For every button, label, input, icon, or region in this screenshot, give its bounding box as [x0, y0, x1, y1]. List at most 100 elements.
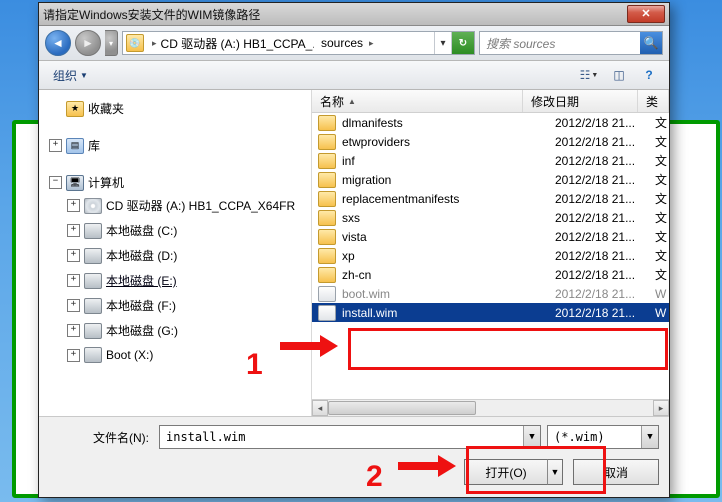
file-icon: [318, 305, 336, 321]
cancel-button[interactable]: 取消: [573, 459, 659, 485]
filename-combobox[interactable]: install.wim ▼: [159, 425, 541, 449]
navigation-tree[interactable]: ★ 收藏夹 + ▤ 库 − 🖥 计: [39, 90, 312, 416]
file-type: 文: [653, 228, 669, 245]
file-date: 2012/2/18 21...: [555, 268, 653, 282]
tree-drive-d[interactable]: + 本地磁盘 (D:): [65, 245, 311, 266]
tree-computer[interactable]: − 🖥 计算机: [47, 172, 311, 193]
file-row[interactable]: zh-cn2012/2/18 21...文: [312, 265, 669, 284]
open-dropdown[interactable]: ▼: [547, 459, 563, 485]
file-row[interactable]: install.wim2012/2/18 21...W: [312, 303, 669, 322]
file-type: 文: [653, 133, 669, 150]
expand-toggle[interactable]: +: [67, 249, 80, 262]
scroll-right-button[interactable]: ▸: [653, 400, 669, 416]
disc-icon: [84, 198, 102, 214]
tree-libraries[interactable]: + ▤ 库: [47, 135, 311, 156]
column-label: 类: [646, 93, 658, 110]
expand-toggle[interactable]: +: [67, 324, 80, 337]
file-date: 2012/2/18 21...: [555, 211, 653, 225]
file-date: 2012/2/18 21...: [555, 116, 653, 130]
tree-drive-x[interactable]: + Boot (X:): [65, 345, 311, 365]
file-type: 文: [653, 114, 669, 131]
tree-drive-f[interactable]: + 本地磁盘 (F:): [65, 295, 311, 316]
filter-combobox[interactable]: (*.wim) ▼: [547, 425, 659, 449]
file-row[interactable]: sxs2012/2/18 21...文: [312, 208, 669, 227]
scroll-left-button[interactable]: ◂: [312, 400, 328, 416]
column-header-date[interactable]: 修改日期: [523, 90, 638, 112]
column-header-name[interactable]: 名称 ▲: [312, 90, 523, 112]
tree-drive-g[interactable]: + 本地磁盘 (G:): [65, 320, 311, 341]
help-icon: ?: [645, 68, 652, 82]
file-row[interactable]: dlmanifests2012/2/18 21...文: [312, 113, 669, 132]
file-date: 2012/2/18 21...: [555, 154, 653, 168]
views-button[interactable]: ☷▼: [577, 65, 601, 85]
file-row[interactable]: xp2012/2/18 21...文: [312, 246, 669, 265]
file-type: 文: [653, 152, 669, 169]
sort-asc-icon: ▲: [348, 97, 356, 106]
column-label: 名称: [320, 93, 344, 110]
organize-menu[interactable]: 组织 ▼: [47, 64, 94, 87]
file-row[interactable]: vista2012/2/18 21...文: [312, 227, 669, 246]
filename-dropdown[interactable]: ▼: [523, 426, 540, 448]
nav-forward-button[interactable]: ►: [75, 30, 101, 56]
folder-icon: [318, 115, 336, 131]
breadcrumb-segment[interactable]: sources ▸: [315, 32, 379, 54]
breadcrumb-label: sources: [321, 36, 363, 50]
breadcrumb-segment[interactable]: ▸ CD 驱动器 (A:) HB1_CCPA_... ▸: [144, 32, 315, 54]
tree-drive-c[interactable]: + 本地磁盘 (C:): [65, 220, 311, 241]
expand-toggle[interactable]: +: [49, 139, 62, 152]
refresh-button[interactable]: ↻: [451, 32, 474, 54]
file-name: install.wim: [342, 306, 555, 320]
file-list[interactable]: dlmanifests2012/2/18 21...文etwproviders2…: [312, 113, 669, 399]
tree-label: 本地磁盘 (F:): [106, 297, 176, 314]
file-name: zh-cn: [342, 268, 555, 282]
file-name: replacementmanifests: [342, 192, 555, 206]
search-box[interactable]: 搜索 sources 🔍: [479, 31, 663, 55]
open-button[interactable]: 打开(O): [464, 459, 547, 485]
column-label: 修改日期: [531, 93, 579, 110]
tree-label: 本地磁盘 (D:): [106, 247, 177, 264]
file-name: xp: [342, 249, 555, 263]
file-open-dialog: 请指定Windows安装文件的WIM镜像路径 ✕ ◄ ► ▾ 💿 ▸ CD 驱动…: [38, 2, 670, 498]
toolbar: 组织 ▼ ☷▼ ◫ ?: [39, 61, 669, 90]
expand-toggle[interactable]: +: [67, 349, 80, 362]
scroll-thumb[interactable]: [328, 401, 476, 415]
tree-label: 本地磁盘 (C:): [106, 222, 177, 239]
folder-icon: [318, 229, 336, 245]
file-name: boot.wim: [342, 287, 555, 301]
search-go-button[interactable]: 🔍: [640, 32, 662, 54]
file-row[interactable]: inf2012/2/18 21...文: [312, 151, 669, 170]
preview-pane-button[interactable]: ◫: [607, 65, 631, 85]
nav-back-button[interactable]: ◄: [45, 30, 71, 56]
refresh-icon: ↻: [459, 38, 467, 49]
tree-favorites[interactable]: ★ 收藏夹: [47, 98, 311, 119]
folder-icon: [318, 134, 336, 150]
expand-toggle[interactable]: +: [67, 274, 80, 287]
expand-toggle[interactable]: +: [67, 299, 80, 312]
expand-toggle[interactable]: +: [67, 224, 80, 237]
file-row[interactable]: migration2012/2/18 21...文: [312, 170, 669, 189]
address-bar[interactable]: 💿 ▸ CD 驱动器 (A:) HB1_CCPA_... ▸ sources ▸…: [122, 31, 475, 55]
scroll-track[interactable]: [328, 400, 653, 416]
tree-cd-drive[interactable]: + CD 驱动器 (A:) HB1_CCPA_X64FRE_ZH-CN_DV: [65, 195, 311, 216]
file-date: 2012/2/18 21...: [555, 249, 653, 263]
chevron-right-icon: ▸: [152, 38, 157, 49]
tree-label: 收藏夹: [88, 100, 124, 117]
chevron-down-icon: ▼: [591, 72, 598, 79]
close-button[interactable]: ✕: [627, 5, 665, 23]
help-button[interactable]: ?: [637, 65, 661, 85]
folder-icon: [318, 191, 336, 207]
nav-history-dropdown[interactable]: ▾: [105, 30, 118, 56]
file-row[interactable]: replacementmanifests2012/2/18 21...文: [312, 189, 669, 208]
address-dropdown[interactable]: ▾: [434, 32, 451, 54]
file-row[interactable]: boot.wim2012/2/18 21...W: [312, 284, 669, 303]
expand-toggle[interactable]: +: [67, 199, 80, 212]
horizontal-scrollbar[interactable]: ◂ ▸: [312, 399, 669, 416]
organize-label: 组织: [53, 67, 77, 84]
column-header-type[interactable]: 类: [638, 90, 669, 112]
tree-drive-e[interactable]: + 本地磁盘 (E:): [65, 270, 311, 291]
file-row[interactable]: etwproviders2012/2/18 21...文: [312, 132, 669, 151]
filter-dropdown[interactable]: ▼: [641, 426, 658, 448]
expand-toggle[interactable]: −: [49, 176, 62, 189]
open-label: 打开(O): [485, 464, 526, 481]
file-list-pane: 名称 ▲ 修改日期 类 dlmanifests2012/2/18 21...文e…: [312, 90, 669, 416]
